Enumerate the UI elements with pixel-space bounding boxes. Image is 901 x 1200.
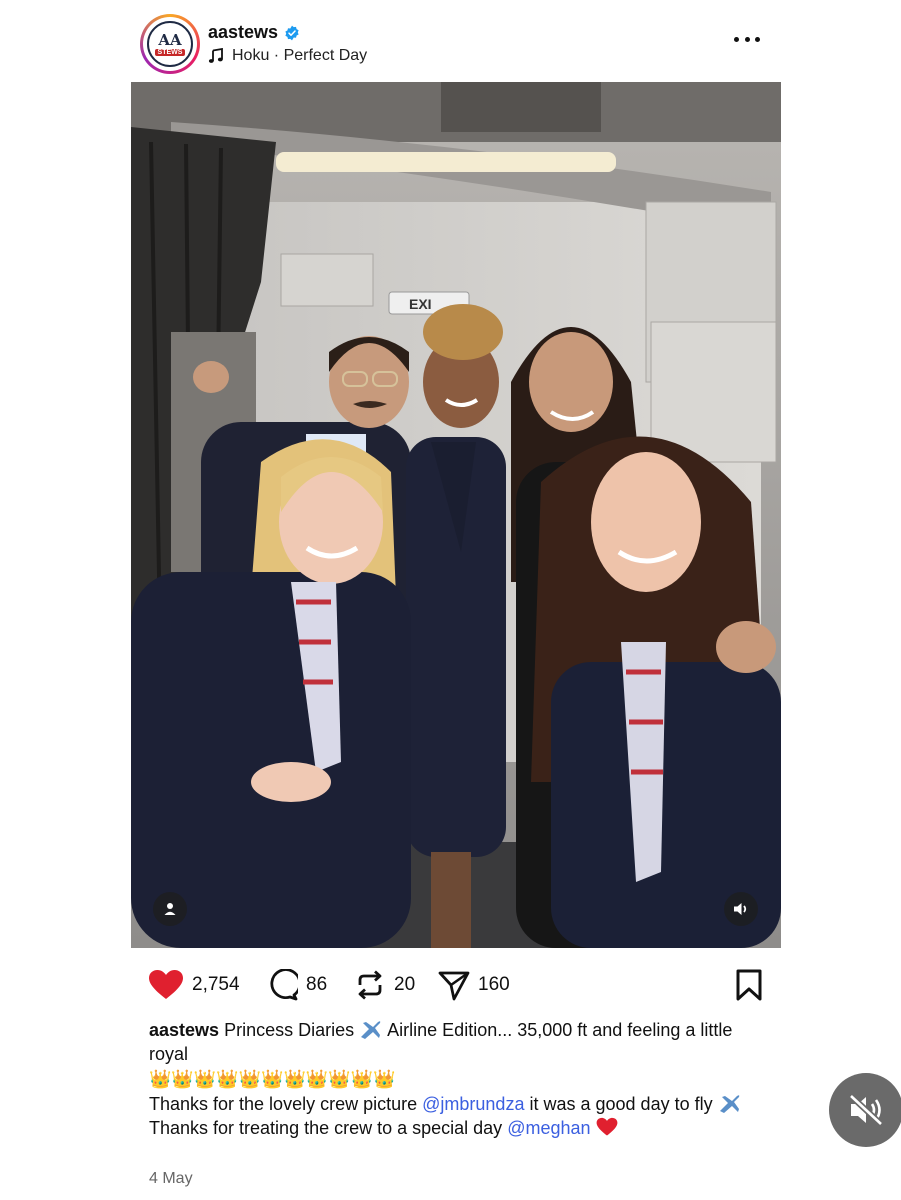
music-title: Hoku · Perfect Day xyxy=(232,47,368,64)
caption-username[interactable]: aastews xyxy=(149,1020,219,1040)
avatar[interactable]: AA STEWS xyxy=(140,14,200,74)
share-button[interactable]: 160 xyxy=(438,969,510,1001)
like-button[interactable]: 2,754 xyxy=(148,969,240,1001)
person-tag-icon xyxy=(164,903,176,915)
repost-icon xyxy=(358,970,382,1000)
post-caption: aastews Princess Diaries Airline Edition… xyxy=(149,1018,769,1140)
aastews-logo: AA STEWS xyxy=(147,21,193,67)
instagram-post: AA STEWS aastews Hoku · Perfect Day EXI … xyxy=(0,0,901,1200)
red-heart-emoji xyxy=(596,1117,617,1136)
heart-icon xyxy=(149,970,183,999)
comment-button[interactable]: 86 xyxy=(266,969,327,1001)
mention-meghan[interactable]: @meghan xyxy=(507,1118,590,1138)
volume-button[interactable] xyxy=(724,892,758,926)
repost-count: 20 xyxy=(394,974,416,995)
action-bar: 2,754 86 20 160 xyxy=(148,965,763,1005)
mute-icon xyxy=(848,1093,884,1127)
like-count: 2,754 xyxy=(192,974,240,995)
music-note-icon xyxy=(208,48,223,63)
airplane-icon xyxy=(361,1021,381,1039)
crown-emojis: 👑👑👑👑👑👑👑👑👑👑👑 xyxy=(149,1069,396,1089)
share-icon xyxy=(438,971,470,1001)
music-attribution[interactable]: Hoku · Perfect Day xyxy=(208,47,367,65)
post-photo[interactable]: EXI xyxy=(131,82,781,948)
comment-icon xyxy=(270,969,298,1001)
post-header: AA STEWS aastews Hoku · Perfect Day xyxy=(140,12,780,76)
share-count: 160 xyxy=(478,974,510,995)
mention-jmbrundza[interactable]: @jmbrundza xyxy=(422,1094,524,1114)
save-button[interactable] xyxy=(735,969,763,1006)
exit-sign: EXI xyxy=(409,296,432,312)
username[interactable]: aastews xyxy=(208,22,278,43)
post-date: 4 May xyxy=(149,1170,193,1187)
crew-photo-illustration: EXI xyxy=(131,82,781,948)
tagged-people-button[interactable] xyxy=(153,892,187,926)
mute-button[interactable] xyxy=(829,1073,901,1147)
more-icon[interactable] xyxy=(734,34,760,44)
verified-icon xyxy=(285,25,299,40)
volume-icon xyxy=(734,903,747,915)
repost-button[interactable]: 20 xyxy=(354,969,415,1001)
comment-count: 86 xyxy=(306,974,328,995)
bookmark-icon xyxy=(736,969,762,1001)
airplane-icon xyxy=(719,1095,739,1113)
